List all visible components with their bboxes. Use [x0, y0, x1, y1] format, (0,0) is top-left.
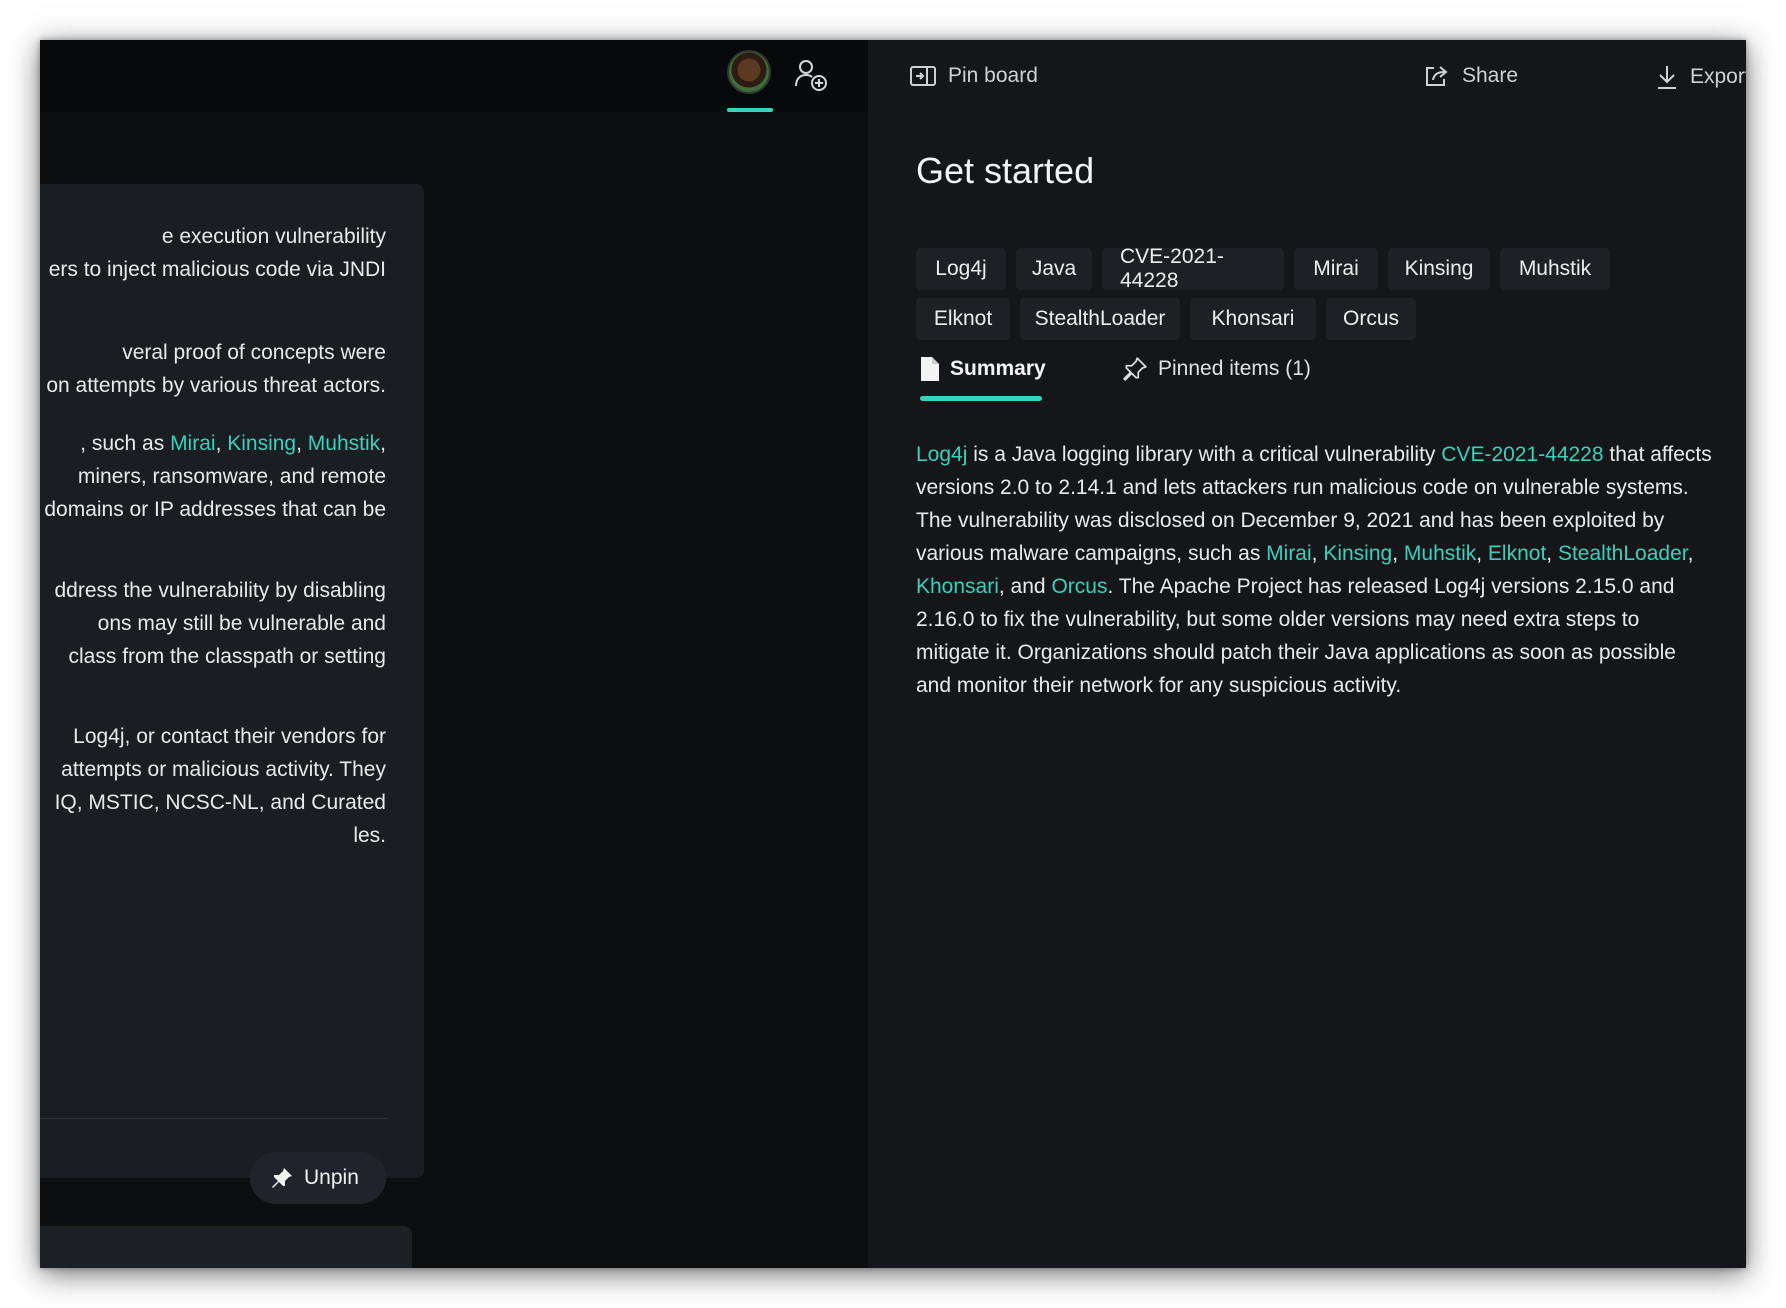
- active-tab-indicator: [920, 396, 1042, 401]
- card-text-line: Log4j, or contact their vendors for: [73, 720, 386, 753]
- card-text-segment: les.: [353, 824, 386, 847]
- card-text-line: ons may still be vulnerable and: [98, 607, 386, 640]
- entity-link[interactable]: Muhstik: [308, 432, 380, 455]
- card-divider: [40, 1118, 388, 1119]
- chat-top-bar: [40, 40, 868, 112]
- summary-text-segment: ,: [1476, 542, 1488, 565]
- card-text-segment: veral proof of concepts were: [122, 341, 386, 364]
- card-text-line: miners, ransomware, and remote: [78, 460, 386, 493]
- card-text-segment: miners, ransomware, and remote: [77, 465, 386, 488]
- summary-text-segment: ,: [1392, 542, 1404, 565]
- card-text-segment: , such as: [80, 432, 171, 455]
- entity-link[interactable]: Mirai: [170, 432, 216, 455]
- chip-mirai[interactable]: Mirai: [1294, 248, 1378, 290]
- share-label: Share: [1462, 64, 1519, 87]
- tab-pinned-items-label: Pinned items (1): [1158, 357, 1311, 380]
- card-text-line: IQ, MSTIC, NCSC-NL, and Curated: [55, 786, 386, 819]
- chip-stealthloader[interactable]: StealthLoader: [1020, 298, 1180, 340]
- card-text-line: ers to inject malicious code via JNDI: [49, 253, 386, 286]
- summary-entity-link[interactable]: CVE-2021-44228: [1441, 443, 1603, 466]
- summary-entity-link[interactable]: Orcus: [1051, 575, 1107, 598]
- card-text-line: veral proof of concepts were: [122, 336, 386, 369]
- summary-text-segment: ,: [1687, 542, 1694, 565]
- chip-elknot[interactable]: Elknot: [916, 298, 1010, 340]
- chat-pane: e execution vulnerability ers to inject m…: [40, 40, 868, 1268]
- card-text-segment: class from the classpath or setting: [68, 645, 386, 668]
- summary-entity-link[interactable]: Kinsing: [1323, 542, 1392, 565]
- export-label: Export: [1690, 65, 1746, 88]
- unpin-button[interactable]: Unpin: [250, 1152, 386, 1204]
- summary-entity-link[interactable]: StealthLoader: [1558, 542, 1688, 565]
- chip-log4j[interactable]: Log4j: [916, 248, 1006, 290]
- entity-link[interactable]: Kinsing: [227, 432, 296, 455]
- pin-board-pane: Pin board Share Export Get started Log4j…: [868, 40, 1746, 1268]
- summary-entity-link[interactable]: Elknot: [1488, 542, 1546, 565]
- unpin-label: Unpin: [304, 1166, 359, 1189]
- card-text-segment: ddress the vulnerability by disabling: [54, 579, 386, 602]
- summary-text-segment: is a Java logging library with a critica…: [967, 443, 1442, 466]
- chip-khonsari[interactable]: Khonsari: [1190, 298, 1316, 340]
- pinned-answer-text: e execution vulnerability ers to inject m…: [40, 220, 424, 920]
- summary-entity-link[interactable]: Mirai: [1266, 542, 1312, 565]
- share-button[interactable]: Share: [1424, 64, 1518, 88]
- tab-summary-label: Summary: [950, 357, 1046, 380]
- tab-summary[interactable]: Summary: [920, 356, 1046, 382]
- add-person-icon[interactable]: [794, 58, 828, 92]
- tab-pinned-items[interactable]: Pinned items (1): [1122, 356, 1311, 382]
- summary-text-segment: , and: [998, 575, 1052, 598]
- summary-text-segment: ,: [1546, 542, 1558, 565]
- summary-entity-link[interactable]: Muhstik: [1404, 542, 1476, 565]
- chip-java[interactable]: Java: [1016, 248, 1092, 290]
- app-window: e execution vulnerability ers to inject m…: [40, 40, 1746, 1268]
- card-text-line: class from the classpath or setting: [69, 640, 386, 673]
- card-text-segment: ers to inject malicious code via JNDI: [48, 258, 386, 281]
- chip-muhstik[interactable]: Muhstik: [1500, 248, 1610, 290]
- chip-kinsing[interactable]: Kinsing: [1388, 248, 1490, 290]
- summary-entity-link[interactable]: Khonsari: [916, 575, 999, 598]
- card-text-segment: IQ, MSTIC, NCSC-NL, and Curated: [54, 791, 386, 814]
- share-icon: [1426, 66, 1448, 86]
- card-text-line: les.: [353, 819, 386, 852]
- card-text-segment: ,: [380, 432, 386, 455]
- next-card: [40, 1226, 412, 1268]
- export-icon: [1658, 66, 1676, 89]
- avatar[interactable]: [727, 50, 771, 94]
- summary-text-segment: ,: [1311, 542, 1324, 565]
- card-text-line: attempts or malicious activity. They: [61, 753, 386, 786]
- card-text-line: domains or IP addresses that can be: [44, 493, 386, 526]
- page-title: Get started: [916, 150, 1095, 191]
- summary-text: Log4j is a Java logging library with a c…: [916, 438, 1716, 702]
- summary-entity-link[interactable]: Log4j: [916, 443, 967, 466]
- chip-cve[interactable]: CVE-2021-44228: [1102, 245, 1284, 292]
- avatar-active-indicator: [727, 108, 773, 112]
- card-text-segment: on attempts by various threat actors.: [46, 374, 386, 397]
- card-text-segment: Log4j, or contact their vendors for: [73, 725, 386, 748]
- card-text-segment: e execution vulnerability: [161, 225, 386, 248]
- card-text-line: e execution vulnerability: [162, 220, 386, 253]
- pin-board-label: Pin board: [948, 64, 1038, 87]
- pin-board-icon: [910, 66, 936, 86]
- pinned-answer-card: e execution vulnerability ers to inject m…: [40, 184, 424, 1204]
- card-text-line: on attempts by various threat actors.: [46, 369, 386, 402]
- card-text-segment: attempts or malicious activity. They: [61, 758, 386, 781]
- card-text-segment: domains or IP addresses that can be: [44, 498, 386, 521]
- pin-outline-icon: [1123, 357, 1147, 381]
- card-text-line: ddress the vulnerability by disabling: [54, 574, 386, 607]
- export-button[interactable]: Export: [1656, 64, 1746, 90]
- card-text-segment: ons may still be vulnerable and: [97, 612, 386, 635]
- card-text-line: , such as Mirai, Kinsing, Muhstik,: [80, 427, 386, 460]
- card-text-segment: ,: [215, 432, 228, 455]
- document-icon: [921, 357, 939, 381]
- card-text-segment: ,: [296, 432, 308, 455]
- chip-orcus[interactable]: Orcus: [1326, 298, 1416, 340]
- pin-filled-icon: [272, 1168, 292, 1188]
- pin-board-button[interactable]: Pin board: [910, 64, 1038, 88]
